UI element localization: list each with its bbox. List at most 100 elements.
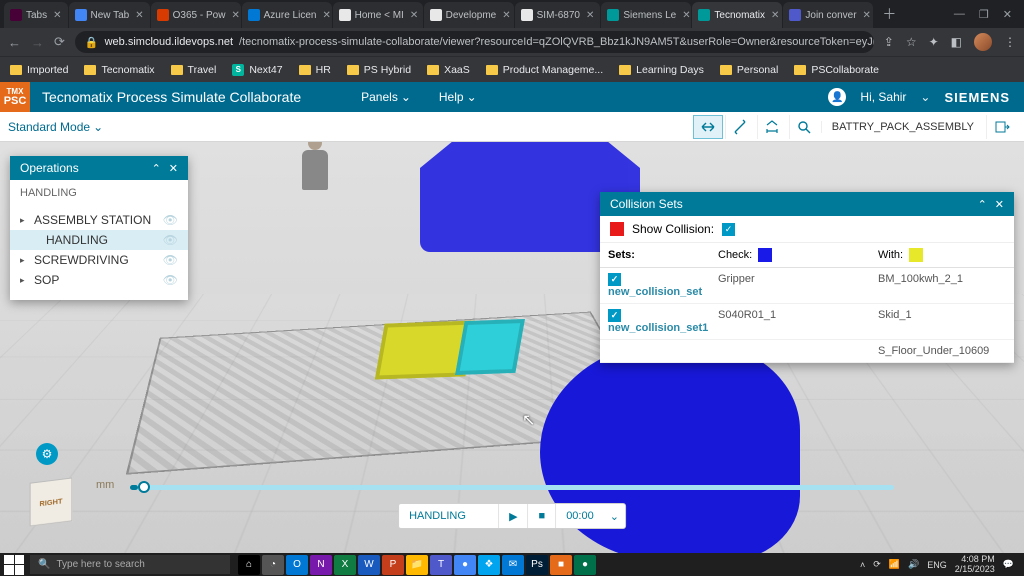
playback-menu-button[interactable]: ⌄ [604,504,625,528]
browser-tab[interactable]: Siemens Le✕ [601,2,691,28]
browser-tab[interactable]: SIM-6870✕ [515,2,601,28]
taskbar-app[interactable]: O [286,555,308,575]
close-tab-icon[interactable]: ✕ [135,10,143,21]
row-checkbox[interactable]: ✓ [608,309,621,322]
browser-tab[interactable]: Tecnomatix✕ [692,2,782,28]
export-button[interactable] [986,115,1016,139]
minimize-button[interactable]: — [954,8,965,21]
browser-tab[interactable]: Home < MI✕ [333,2,423,28]
timeline-track[interactable] [130,485,894,490]
play-button[interactable]: ▶ [499,504,528,528]
taskbar-app[interactable]: X [334,555,356,575]
stop-button[interactable]: ■ [529,504,557,528]
taskbar-app[interactable]: T [430,555,452,575]
taskbar-app[interactable]: ✉ [502,555,524,575]
menu-panels[interactable]: Panels⌄ [361,90,411,104]
user-icon[interactable]: 👤 [828,88,846,106]
snap-tool-button[interactable] [693,115,723,139]
collision-row[interactable]: ✓new_collision_set1S040R01_1Skid_1 [600,304,1014,340]
menu-icon[interactable]: ⋮ [1004,35,1016,49]
close-tab-icon[interactable]: ✕ [231,10,239,21]
start-button[interactable] [4,555,24,575]
collision-panel-header[interactable]: Collision Sets ⌃ ✕ [600,192,1014,216]
back-button[interactable]: ← [8,35,21,50]
expand-icon[interactable]: ▸ [20,215,28,226]
taskbar-app[interactable]: ● [454,555,476,575]
collision-row[interactable]: ✓new_collision_setGripperBM_100kwh_2_1 [600,268,1014,304]
taskbar-app[interactable]: ⌂ [238,555,260,575]
reload-button[interactable]: ⟳ [54,34,65,50]
user-greeting[interactable]: Hi, Sahir [860,90,906,104]
collapse-icon[interactable]: ⌃ [152,162,161,175]
bookmark-item[interactable]: HR [299,64,331,76]
taskbar-app[interactable]: ❖ [478,555,500,575]
chevron-down-icon[interactable]: ⌄ [920,90,930,104]
operations-panel-header[interactable]: Operations ⌃ ✕ [10,156,188,180]
tree-node[interactable]: ▸SCREWDRIVING👁 [10,250,188,270]
extensions-icon[interactable]: ✦ [929,35,939,49]
mode-dropdown[interactable]: Standard Mode⌄ [8,120,103,134]
taskbar-search[interactable]: 🔍 Type here to search [30,555,230,574]
browser-tab[interactable]: Azure Licen✕ [242,2,332,28]
expand-icon[interactable]: ▸ [20,275,28,286]
close-window-button[interactable]: ✕ [1003,8,1012,21]
expand-icon[interactable]: ▸ [20,255,28,266]
url-input[interactable]: 🔒 web.simcloud.ildevops.net/tecnomatix-p… [75,31,874,53]
visibility-icon[interactable]: 👁 [163,233,178,247]
close-tab-icon[interactable]: ✕ [586,10,594,21]
bookmark-item[interactable]: Tecnomatix [84,64,154,76]
navigation-cube[interactable]: RIGHT [30,477,73,526]
visibility-icon[interactable]: 👁 [163,213,178,227]
panel-icon[interactable]: ◧ [951,35,962,49]
dimension-tool-button[interactable] [757,115,787,139]
sync-icon[interactable]: ⟳ [873,559,881,570]
close-tab-icon[interactable]: ✕ [771,10,779,21]
bookmark-item[interactable]: Learning Days [619,64,704,76]
bookmark-item[interactable]: Imported [10,64,68,76]
row-checkbox[interactable]: ✓ [608,273,621,286]
forward-button[interactable]: → [31,35,44,50]
visibility-icon[interactable]: 👁 [163,273,178,287]
bookmark-item[interactable]: XaaS [427,64,470,76]
profile-avatar[interactable] [974,33,992,51]
close-tab-icon[interactable]: ✕ [53,10,61,21]
browser-tab[interactable]: New Tab✕ [69,2,150,28]
app-logo[interactable]: TMX PSC [0,82,30,112]
taskbar-app[interactable]: 📁 [406,555,428,575]
notifications-icon[interactable]: 💬 [1003,559,1014,570]
bookmark-item[interactable]: PS Hybrid [347,64,411,76]
collision-color-swatch[interactable] [610,222,624,236]
show-collision-checkbox[interactable]: ✓ [722,223,735,236]
taskbar-app[interactable]: Ps [526,555,548,575]
browser-tab[interactable]: Join conver✕ [783,2,873,28]
with-color-swatch[interactable] [909,248,923,262]
new-tab-button[interactable]: ＋ [874,4,904,24]
playback-operation[interactable]: HANDLING [399,504,499,528]
close-icon[interactable]: ✕ [169,162,178,175]
volume-icon[interactable]: 🔊 [908,559,919,570]
close-tab-icon[interactable]: ✕ [502,10,510,21]
visibility-icon[interactable]: 👁 [163,253,178,267]
search-button[interactable] [789,115,819,139]
tree-node[interactable]: ▸ASSEMBLY STATION👁 [10,210,188,230]
share-icon[interactable]: ⇪ [884,35,894,49]
collision-row[interactable]: S_Floor_Under_10609 [600,340,1014,363]
taskbar-app[interactable]: P [382,555,404,575]
check-color-swatch[interactable] [758,248,772,262]
taskbar-app[interactable]: W [358,555,380,575]
maximize-button[interactable]: ❐ [979,8,989,21]
clock[interactable]: 4:08 PM 2/15/2023 [955,555,995,575]
bookmark-item[interactable]: Product Manageme... [486,64,603,76]
star-icon[interactable]: ☆ [906,35,917,49]
collapse-icon[interactable]: ⌃ [978,198,987,211]
browser-tab[interactable]: Tabs✕ [4,2,68,28]
taskbar-app[interactable]: N [310,555,332,575]
browser-tab[interactable]: Developme✕ [424,2,514,28]
close-tab-icon[interactable]: ✕ [863,10,871,21]
wifi-icon[interactable]: 📶 [889,559,900,570]
timeline-handle[interactable] [138,481,150,493]
browser-tab[interactable]: O365 - Pow✕ [151,2,241,28]
tray-chevron-icon[interactable]: ˄ [860,560,865,570]
system-tray[interactable]: ˄ ⟳ 📶 🔊 ENG 4:08 PM 2/15/2023 💬 [860,555,1020,575]
taskbar-app[interactable]: ● [574,555,596,575]
